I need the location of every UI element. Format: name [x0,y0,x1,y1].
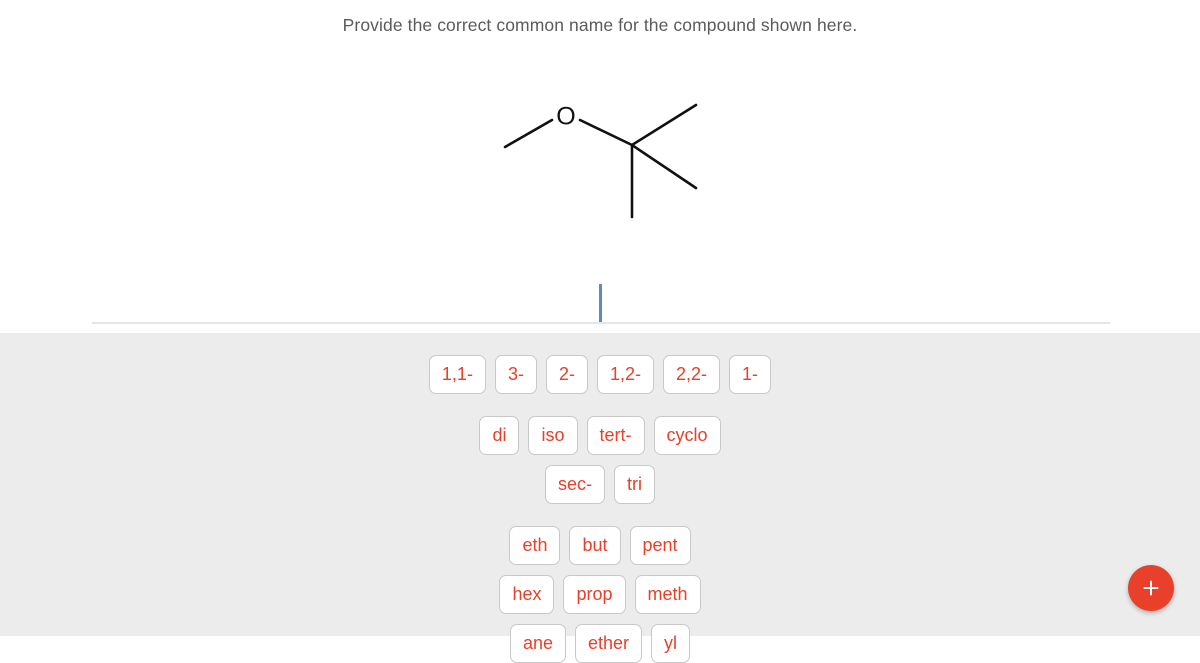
answer-bank-row-1: 1,1- 3- 2- 1,2- 2,2- 1- [0,355,1200,394]
answer-chip[interactable]: sec- [544,465,605,504]
answer-chip[interactable]: di [479,416,520,455]
bond-carbon-to-methyl-upper [630,103,698,147]
answer-bank-row-5: hex prop meth [0,575,1200,614]
answer-bank-row-3: sec- tri [0,465,1200,504]
answer-chip[interactable]: 2,2- [663,355,721,394]
question-prompt: Provide the correct common name for the … [342,15,858,35]
answer-bank-panel: 1,1- 3- 2- 1,2- 2,2- 1- di iso tert- cyc… [0,333,1200,663]
answer-chip[interactable]: tert- [586,416,645,455]
answer-chip[interactable]: hex [499,575,555,614]
plus-icon [1143,580,1159,596]
bond-methyl-to-oxygen [503,118,554,149]
answer-chip[interactable]: prop [563,575,626,614]
answer-chip[interactable]: but [569,526,621,565]
molecule-structure: O [460,80,740,230]
answer-bank-row-2: di iso tert- cyclo [0,416,1200,455]
answer-bank-row-6: ane ether yl [0,624,1200,663]
atom-label-oxygen: O [556,103,575,131]
answer-chip[interactable]: ane [509,624,566,663]
question-area: Provide the correct common name for the … [0,0,1200,333]
add-button[interactable] [1128,565,1174,611]
answer-chip[interactable]: tri [614,465,655,504]
answer-chip[interactable]: meth [634,575,701,614]
answer-chip[interactable]: 2- [545,355,588,394]
answer-chip[interactable]: 3- [494,355,537,394]
answer-chip[interactable]: eth [509,526,561,565]
answer-chip[interactable]: 1- [729,355,772,394]
bond-lines [503,103,698,219]
answer-chip[interactable]: 1,1- [428,355,486,394]
answer-chip[interactable]: pent [629,526,691,565]
answer-chip[interactable]: iso [528,416,578,455]
answer-chip[interactable]: yl [651,624,691,663]
answer-chip[interactable]: 1,2- [596,355,655,394]
answer-chip[interactable]: ether [575,624,643,663]
bond-carbon-to-methyl-lower [630,143,698,190]
answer-chip[interactable]: cyclo [653,416,721,455]
answer-input-underline[interactable] [92,322,1110,324]
answer-bank-row-4: eth but pent [0,526,1200,565]
bond-oxygen-to-carbon [578,118,634,147]
answer-input-caret [599,284,602,323]
